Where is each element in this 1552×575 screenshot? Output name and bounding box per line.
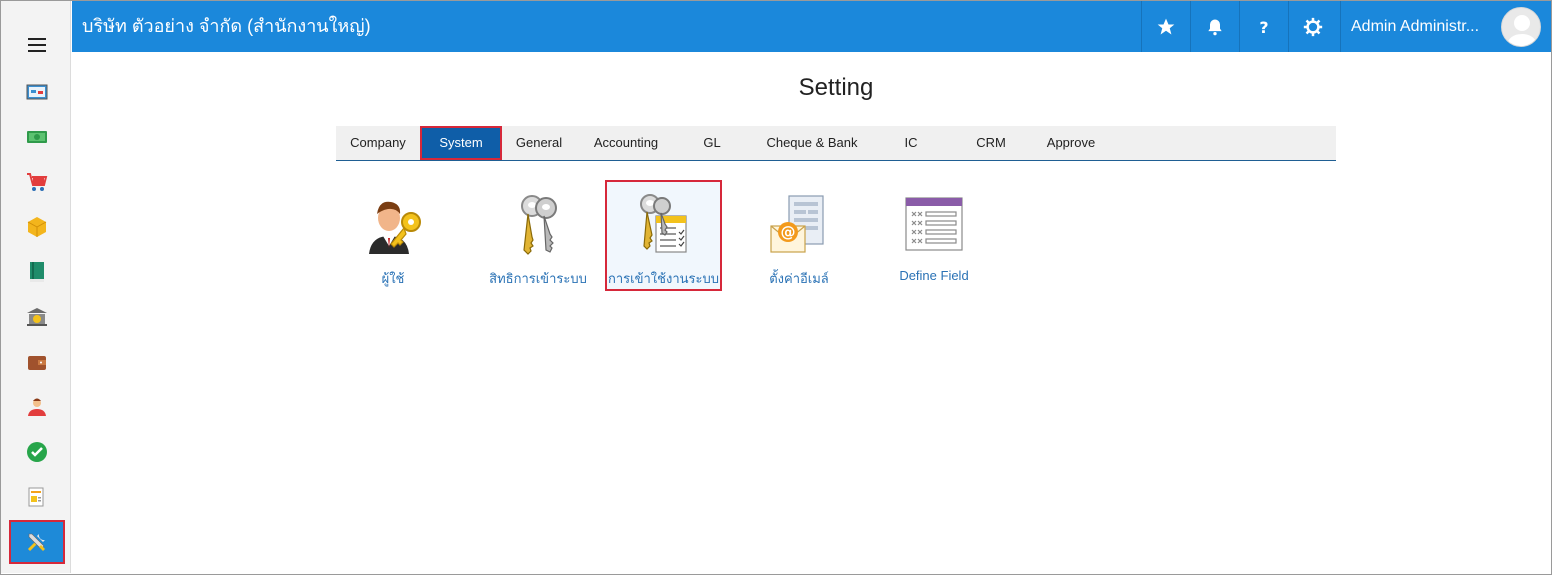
tab-bar: Company System General Accounting GL Che… [336, 126, 1336, 161]
sidebar-item-cart[interactable] [11, 162, 63, 202]
svg-text:@: @ [781, 223, 796, 241]
tile-email-settings[interactable]: @ ตั้งค่าอีเมล์ [751, 180, 847, 291]
sidebar [1, 1, 71, 573]
sidebar-item-box[interactable] [11, 207, 63, 247]
tile-define-field[interactable]: Define Field [886, 180, 982, 291]
tab-cheque-bank[interactable]: Cheque & Bank [748, 126, 876, 160]
user-name: Admin Administr... [1351, 18, 1480, 35]
tile-system-login[interactable]: การเข้าใช้งานระบบ [605, 180, 722, 291]
sidebar-item-money[interactable] [11, 117, 63, 157]
tab-system[interactable]: System [420, 126, 502, 160]
tab-company[interactable]: Company [336, 126, 420, 160]
avatar-icon [1506, 15, 1538, 46]
sidebar-item-wallet[interactable] [11, 342, 63, 382]
book-icon [30, 262, 44, 282]
email-settings-icon: @ [770, 195, 824, 253]
sidebar-item-person[interactable] [11, 387, 63, 427]
hamburger-icon[interactable] [11, 25, 63, 65]
tab-gl[interactable]: GL [676, 126, 748, 160]
sidebar-item-dashboard[interactable] [11, 72, 63, 112]
tile-users-label: ผู้ใช้ [381, 271, 405, 286]
tab-approve[interactable]: Approve [1036, 126, 1106, 160]
gear-icon [1303, 17, 1323, 36]
sidebar-item-book[interactable] [11, 252, 63, 292]
star-icon [1157, 18, 1175, 34]
sidebar-item-settings[interactable] [9, 520, 65, 564]
user-menu[interactable]: Admin Administr... [1340, 1, 1551, 52]
svg-text:?: ? [1259, 17, 1268, 36]
settings-tiles: ผู้ใช้ สิทธิการเข้าระบบ การเข้าใช้งานระบ… [336, 180, 1336, 292]
wallet-icon [28, 356, 46, 370]
keys-icon [521, 195, 557, 255]
cart-icon [27, 173, 48, 191]
report-icon [28, 487, 44, 507]
notifications-button[interactable] [1190, 1, 1239, 52]
help-icon: ? [1259, 17, 1268, 36]
avatar[interactable] [1501, 7, 1541, 47]
bank-icon [27, 308, 47, 326]
user-key-icon [369, 201, 421, 254]
page-title: Setting [798, 74, 874, 101]
tab-general[interactable]: General [502, 126, 576, 160]
define-field-icon [905, 197, 963, 251]
sidebar-item-approve[interactable] [11, 432, 63, 472]
tab-crm[interactable]: CRM [946, 126, 1036, 160]
box-icon [27, 217, 47, 237]
help-button[interactable]: ? [1239, 1, 1288, 52]
settings-button[interactable] [1288, 1, 1337, 52]
tile-define-field-label: Define Field [899, 268, 969, 283]
sidebar-item-report[interactable] [11, 477, 63, 517]
tab-ic[interactable]: IC [876, 126, 946, 160]
favorites-button[interactable] [1141, 1, 1190, 52]
tile-email-settings-label: ตั้งค่าอีเมล์ [769, 271, 829, 286]
tile-users[interactable]: ผู้ใช้ [350, 180, 436, 291]
person-icon [28, 398, 46, 416]
top-bar: บริษัท ตัวอย่าง จำกัด (สำนักงานใหญ่) ? A… [72, 1, 1551, 52]
dashboard-icon [26, 84, 48, 100]
tools-icon [27, 533, 45, 552]
tile-access-rights[interactable]: สิทธิการเข้าระบบ [476, 180, 600, 291]
money-icon [27, 131, 47, 143]
sidebar-item-bank[interactable] [11, 297, 63, 337]
company-title[interactable]: บริษัท ตัวอย่าง จำกัด (สำนักงานใหญ่) [82, 1, 371, 52]
tile-access-rights-label: สิทธิการเข้าระบบ [489, 271, 587, 286]
tab-accounting[interactable]: Accounting [576, 126, 676, 160]
bell-icon [1208, 19, 1222, 35]
check-icon [27, 442, 47, 462]
keys-list-icon [639, 194, 687, 253]
tile-system-login-label: การเข้าใช้งานระบบ [608, 271, 719, 286]
